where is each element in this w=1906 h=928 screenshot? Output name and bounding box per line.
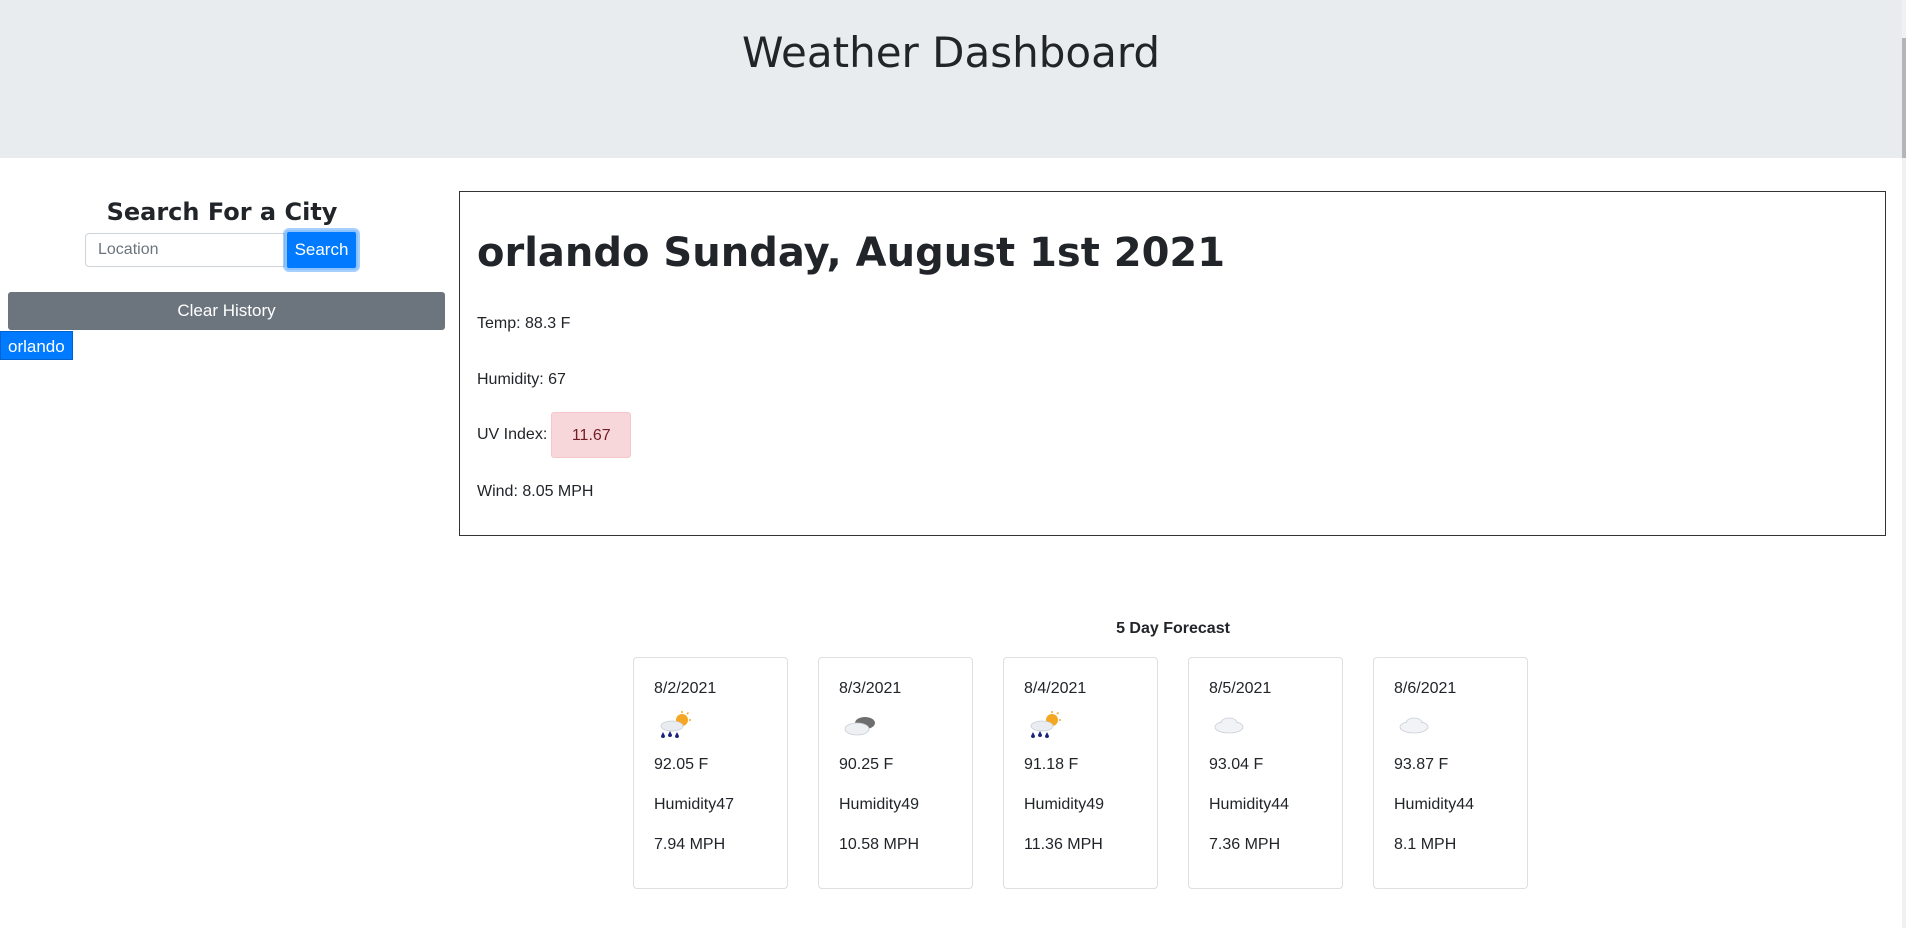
uv-label: UV Index: (477, 426, 548, 444)
forecast-temp: 92.05 F (654, 756, 709, 773)
forecast-wind: 7.36 MPH (1209, 836, 1281, 853)
forecast-humidity: Humidity49 (1024, 796, 1105, 813)
light-rain-sun-icon (1030, 711, 1061, 738)
forecast-temp: 93.87 F (1394, 756, 1449, 773)
page-title: Weather Dashboard (741, 28, 1161, 77)
forecast-date: 8/2/2021 (654, 680, 717, 697)
page: Weather Dashboard Search For a City Sear… (0, 0, 1906, 928)
forecast-wind: 10.58 MPH (839, 836, 920, 853)
current-weather-card: orlando Sunday, August 1st 2021 Temp: 88… (459, 191, 1886, 536)
forecast-temp: 93.04 F (1209, 756, 1264, 773)
forecast-wind: 8.1 MPH (1394, 836, 1457, 853)
forecast-temp: 90.25 F (839, 756, 894, 773)
current-temp: Temp: 88.3 F (477, 315, 571, 332)
forecast-card: 8/2/2021 92.05 F Humidity47 7.94 MPH (633, 657, 788, 889)
forecast-title: 5 Day Forecast (1116, 620, 1230, 637)
forecast-humidity: Humidity44 (1394, 796, 1475, 813)
cloud-icon (1214, 717, 1244, 734)
forecast-date: 8/6/2021 (1394, 680, 1457, 697)
forecast-date: 8/4/2021 (1024, 680, 1087, 697)
current-uv-row: UV Index: 11.67 (477, 412, 632, 458)
current-wind: Wind: 8.05 MPH (477, 483, 594, 500)
forecast-card: 8/3/2021 90.25 F Humidity49 10.58 MPH (818, 657, 973, 889)
forecast-card: 8/5/2021 93.04 F Humidity44 7.36 MPH (1188, 657, 1343, 889)
header-jumbotron: Weather Dashboard (0, 0, 1902, 158)
clear-history-button[interactable]: Clear History (8, 292, 445, 330)
scrollbar-thumb[interactable] (1902, 38, 1906, 158)
forecast-card: 8/4/2021 91.18 F Humidity49 11.36 MPH (1003, 657, 1158, 889)
forecast-card: 8/6/2021 93.87 F Humidity44 8.1 MPH (1373, 657, 1528, 889)
forecast-wind: 11.36 MPH (1024, 836, 1103, 853)
forecast-wind: 7.94 MPH (654, 836, 726, 853)
broken-clouds-icon (844, 717, 875, 736)
current-humidity: Humidity: 67 (477, 371, 566, 388)
forecast-temp: 91.18 F (1024, 756, 1079, 773)
forecast-date: 8/3/2021 (839, 680, 902, 697)
search-button[interactable]: Search (285, 230, 358, 270)
forecast-humidity: Humidity47 (654, 796, 735, 813)
scrollbar[interactable] (1902, 0, 1906, 928)
current-city-date: orlando Sunday, August 1st 2021 (477, 230, 1226, 276)
uv-index-badge: 11.67 (551, 412, 632, 458)
light-rain-sun-icon (660, 711, 691, 738)
search-title: Search For a City (106, 198, 338, 226)
forecast-date: 8/5/2021 (1209, 680, 1272, 697)
cloud-icon (1399, 717, 1429, 734)
history-item-orlando[interactable]: orlando (0, 331, 73, 360)
forecast-humidity: Humidity49 (839, 796, 920, 813)
forecast-humidity: Humidity44 (1209, 796, 1290, 813)
location-input[interactable] (85, 233, 285, 267)
